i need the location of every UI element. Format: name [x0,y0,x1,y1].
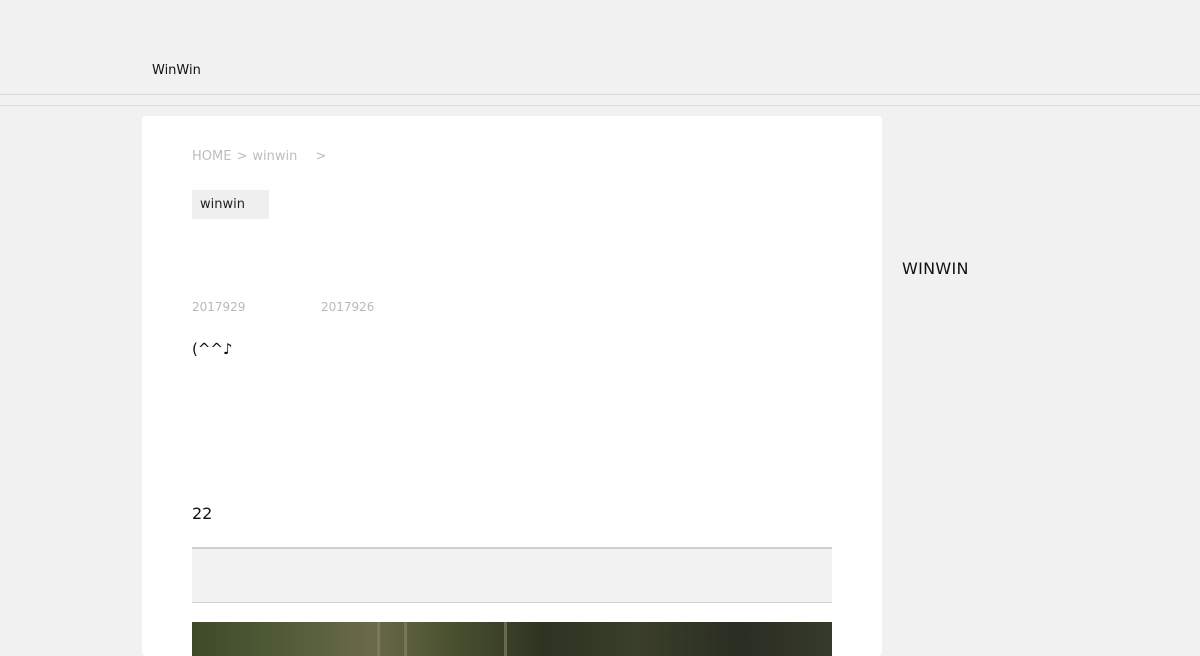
info-box [192,547,832,603]
main-article-card: HOME > winwin > winwin 2017929 2017926 (^^♪… [142,116,882,656]
photo-detail [404,622,407,656]
post-excerpt: (^^♪ [192,340,233,358]
date-updated: 2017926 [321,300,375,314]
breadcrumb-separator: > [315,149,327,164]
breadcrumb-separator: > [236,149,248,164]
breadcrumb-home-link[interactable]: HOME [192,149,231,164]
breadcrumb-category-link[interactable]: winwin [252,149,297,164]
photo-detail [504,622,507,656]
date-published: 2017929 [192,300,246,314]
photo-detail [377,622,380,656]
article-photo [192,622,832,656]
category-tag[interactable]: winwin [192,190,269,219]
sidebar-title: WINWIN [902,259,969,278]
site-header: WinWin [0,0,1200,95]
section-heading: 22 [192,504,213,523]
site-title-link[interactable]: WinWin [152,63,201,79]
sub-navigation-bar [0,95,1200,106]
breadcrumb: HOME > winwin > [192,149,331,165]
